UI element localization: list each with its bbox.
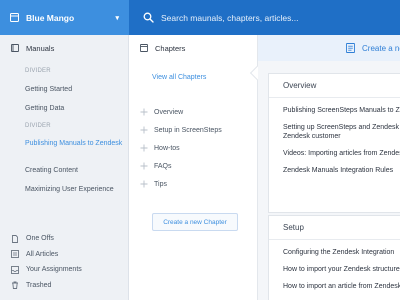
move-handle-icon[interactable] xyxy=(140,162,148,170)
article-link[interactable]: Configuring the Zendesk Integration xyxy=(269,240,400,256)
search-icon xyxy=(143,12,154,23)
sidebar-item-creating-content[interactable]: Creating Content xyxy=(0,161,128,180)
manuals-header: Manuals xyxy=(0,35,128,61)
article-link[interactable]: How to import your Zendesk structure xyxy=(269,256,400,273)
create-article-button[interactable]: Create a new Article xyxy=(362,44,400,53)
chapter-label: How-tos xyxy=(154,144,180,152)
manuals-sidebar: Manuals DIVIDER Getting Started Getting … xyxy=(0,35,129,300)
top-bar: Blue Mango ▾ xyxy=(0,0,400,35)
create-chapter-button[interactable]: Create a new Chapter xyxy=(152,213,238,231)
inbox-icon xyxy=(11,265,19,274)
new-article-icon xyxy=(346,43,355,53)
app-grid-icon xyxy=(10,13,19,22)
chapter-list: Overview Setup in ScreenSteps How-tos FA… xyxy=(140,103,222,193)
manuals-title: Manuals xyxy=(26,43,55,53)
sidebar-item-assignments[interactable]: Your Assignments xyxy=(0,262,128,278)
chapter-item-overview[interactable]: Overview xyxy=(140,103,222,121)
chapter-label: Tips xyxy=(154,180,167,188)
chapter-card-setup: Setup Configuring the Zendesk Integratio… xyxy=(268,215,400,300)
move-handle-icon[interactable] xyxy=(140,144,148,152)
sidebar-item-getting-started[interactable]: Getting Started xyxy=(0,80,128,99)
sidebar-divider: DIVIDER xyxy=(25,123,51,129)
chapter-item-how-tos[interactable]: How-tos xyxy=(140,139,222,157)
chevron-down-icon: ▾ xyxy=(115,14,119,22)
sidebar-divider: DIVIDER xyxy=(25,68,51,74)
chapter-card-title[interactable]: Overview xyxy=(269,74,400,98)
workspace-switcher[interactable]: Blue Mango ▾ xyxy=(0,0,129,35)
main-panel: Create a new Article Overview Publishing… xyxy=(258,35,400,300)
main-toolbar: Create a new Article xyxy=(258,35,400,61)
sidebar-item-publishing-manuals[interactable]: Publishing Manuals to Zendesk xyxy=(0,135,128,161)
workspace-name: Blue Mango xyxy=(26,12,75,23)
chapter-label: FAQs xyxy=(154,162,172,170)
chapter-item-setup[interactable]: Setup in ScreenSteps xyxy=(140,121,222,139)
view-all-chapters-link[interactable]: View all Chapters xyxy=(152,74,206,81)
article-link[interactable]: Zendesk Manuals Integration Rules xyxy=(269,157,400,174)
folder-icon xyxy=(140,44,148,52)
search-bar xyxy=(129,0,400,35)
move-handle-icon[interactable] xyxy=(140,180,148,188)
chapter-card-title[interactable]: Setup xyxy=(269,216,400,240)
article-link[interactable]: Zendesk customer xyxy=(269,131,400,140)
article-link[interactable]: Videos: Importing articles from Zendesk xyxy=(269,140,400,157)
move-handle-icon[interactable] xyxy=(140,108,148,116)
sidebar-item-getting-data[interactable]: Getting Data xyxy=(0,99,128,118)
chapter-label: Overview xyxy=(154,108,184,116)
sidebar-item-all-articles[interactable]: All Articles xyxy=(0,247,128,263)
chapter-label: Setup in ScreenSteps xyxy=(154,126,222,134)
chapters-header: Chapters xyxy=(129,35,257,61)
chapter-item-faqs[interactable]: FAQs xyxy=(140,157,222,175)
sidebar-item-one-offs[interactable]: One Offs xyxy=(0,231,128,247)
chapter-card-overview: Overview Publishing ScreenSteps Manuals … xyxy=(268,73,400,213)
article-link[interactable]: Setting up ScreenSteps and Zendesk xyxy=(269,114,400,131)
article-link[interactable]: Publishing ScreenSteps Manuals to Zendes… xyxy=(269,98,400,114)
list-icon xyxy=(11,250,19,259)
sidebar-item-trashed[interactable]: Trashed xyxy=(0,278,128,294)
chapters-title: Chapters xyxy=(155,43,186,53)
sidebar-item-label: Trashed xyxy=(26,281,52,289)
sidebar-footer: One Offs All Articles Your Assignments T… xyxy=(0,231,128,293)
sidebar-item-label: One Offs xyxy=(26,235,54,243)
chapters-panel: Chapters View all Chapters Overview Setu… xyxy=(129,35,258,300)
article-link[interactable]: How to import an article from Zendesk xyxy=(269,273,400,290)
move-handle-icon[interactable] xyxy=(140,126,148,134)
sidebar-item-label: All Articles xyxy=(26,250,59,258)
search-input[interactable] xyxy=(161,12,381,23)
sidebar-item-maximizing-ux[interactable]: Maximizing User Experience xyxy=(0,180,128,199)
book-icon xyxy=(11,44,19,52)
chapter-item-tips[interactable]: Tips xyxy=(140,175,222,193)
sidebar-item-label: Your Assignments xyxy=(26,266,82,274)
document-icon xyxy=(12,234,18,243)
trash-icon xyxy=(12,281,18,290)
